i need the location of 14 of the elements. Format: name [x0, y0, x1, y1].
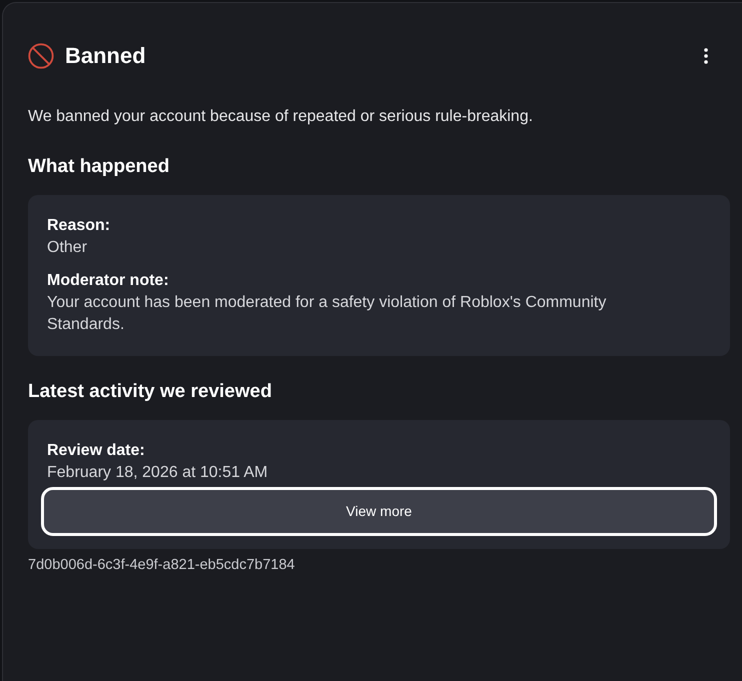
more-options-icon — [704, 48, 708, 64]
view-more-button[interactable]: View more — [41, 487, 717, 536]
section-heading: What happened — [28, 155, 170, 179]
ban-description: We banned your account because of repeated or serious rule-breaking. — [28, 107, 534, 127]
field-label: Reason: — [47, 216, 112, 236]
page-title: Banned — [65, 42, 146, 70]
field-label: Moderator note: — [47, 271, 170, 291]
reference-id: 7d0b006d-6c3f-4e9f-a821-eb5cdc7b7184 — [28, 556, 296, 574]
field-value: Other — [47, 238, 88, 258]
field-label: Review date: — [47, 441, 146, 461]
field-value: February 18, 2026 at 10:51 AM — [47, 463, 269, 483]
ban-icon — [28, 43, 54, 69]
section-heading: Latest activity we reviewed — [28, 380, 273, 404]
field-value: Your account has been moderated for a safety violation of Roblox's Community Standards. — [47, 293, 608, 335]
